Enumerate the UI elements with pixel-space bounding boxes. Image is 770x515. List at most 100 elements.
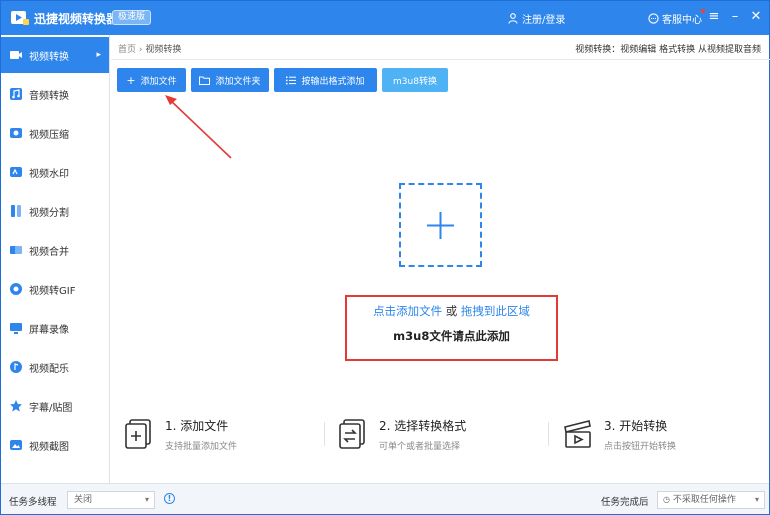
sidebar-item-split[interactable]: 视频分割: [1, 193, 109, 229]
drop-hint: 点击添加文件 或 拖拽到此区域: [347, 303, 556, 319]
sidebar-item-merge[interactable]: 视频合并: [1, 232, 109, 268]
support-center-button[interactable]: 客服中心: [648, 9, 705, 26]
screenshot-icon: [10, 440, 22, 450]
step-divider: [324, 422, 325, 446]
multithread-select[interactable]: 关闭 ▾: [67, 491, 155, 509]
sidebar-item-label: 视频压缩: [29, 129, 69, 141]
add-by-format-button[interactable]: 按输出格式添加: [274, 68, 377, 92]
sidebar-item-label: 视频截图: [29, 441, 69, 453]
plus-icon: +: [126, 73, 136, 87]
close-icon: ✕: [750, 9, 762, 24]
minimize-icon: –: [731, 9, 739, 24]
screen-record-icon: [10, 323, 22, 334]
sidebar-item-music[interactable]: 视频配乐: [1, 349, 109, 385]
user-icon: [508, 13, 518, 24]
m3u8-convert-button[interactable]: m3u8转换: [382, 68, 448, 92]
add-folder-label: 添加文件夹: [215, 76, 261, 87]
sidebar-item-compress[interactable]: 视频压缩: [1, 115, 109, 151]
sidebar-item-audio-convert[interactable]: 音频转换: [1, 76, 109, 112]
multithread-label: 任务多线程: [9, 497, 57, 508]
sidebar: 视频转换 ▸ 音频转换 视频压缩 视频水印 视频分割 视频合并 视频转GIF 屏…: [1, 35, 110, 483]
divider: [111, 59, 770, 60]
add-file-button[interactable]: + 添加文件: [117, 68, 186, 92]
step-desc: 支持批量添加文件: [165, 442, 238, 452]
after-done-select[interactable]: ◷ 不采取任何操作 ▾: [657, 491, 765, 509]
step-desc: 点击按钮开始转换: [604, 442, 677, 452]
support-label: 客服中心: [662, 15, 702, 26]
sidebar-item-label: 屏幕录像: [29, 324, 69, 336]
login-button[interactable]: 注册/登录: [508, 11, 565, 26]
menu-icon: ≡: [708, 9, 720, 24]
sidebar-item-watermark[interactable]: 视频水印: [1, 154, 109, 190]
breadcrumb-separator: ›: [138, 45, 143, 55]
edition-badge: 极速版: [112, 10, 152, 25]
step-desc: 可单个或者批量选择: [379, 442, 461, 452]
convert-format-step-icon: [339, 419, 365, 449]
app-title: 迅捷视频转换器: [34, 12, 119, 26]
clock-icon: ◷: [663, 495, 670, 504]
step-add-file: 1. 添加文件 支持批量添加文件: [123, 414, 313, 458]
split-icon: [11, 205, 21, 217]
clapperboard-icon: [564, 420, 591, 448]
breadcrumb-current: 视频转换: [145, 45, 182, 55]
gif-icon: [10, 283, 22, 295]
step-title: 2. 选择转换格式: [379, 419, 467, 433]
add-file-step-icon: [125, 419, 151, 449]
m3u8-add-link[interactable]: m3u8文件请点此添加: [347, 328, 556, 344]
click-add-file-link[interactable]: 点击添加文件: [373, 304, 442, 318]
add-folder-button[interactable]: 添加文件夹: [191, 68, 269, 92]
annotation-arrow: [165, 95, 232, 159]
folder-icon: [199, 76, 211, 85]
drop-hint-box: 点击添加文件 或 拖拽到此区域 m3u8文件请点此添加: [345, 295, 558, 361]
breadcrumb: 首页 › 视频转换: [118, 42, 181, 55]
step-divider: [548, 422, 549, 446]
watermark-icon: [10, 167, 22, 177]
feature-links[interactable]: 视频转换：视频编辑 格式转换 从视频提取音频: [575, 42, 761, 55]
notification-dot: [701, 9, 705, 13]
sidebar-item-label: 视频水印: [29, 168, 69, 180]
merge-icon: [10, 246, 22, 254]
title-bar: 迅捷视频转换器 极速版 注册/登录 客服中心 ≡ – ✕: [1, 1, 769, 35]
chat-icon: [648, 13, 659, 24]
chevron-right-icon: ▸: [96, 50, 101, 60]
app-window: 迅捷视频转换器 极速版 注册/登录 客服中心 ≡ – ✕ 视频转换 ▸ 音频转换…: [0, 0, 770, 515]
add-by-format-label: 按输出格式添加: [301, 76, 365, 87]
m3u8-convert-label: m3u8转换: [393, 76, 437, 87]
video-convert-icon: [10, 51, 22, 59]
sidebar-item-screen-record[interactable]: 屏幕录像: [1, 310, 109, 346]
music-icon: [10, 361, 22, 373]
add-file-label: 添加文件: [140, 76, 177, 87]
multithread-value: 关闭: [74, 495, 93, 505]
list-icon: [286, 76, 297, 84]
sidebar-item-label: 音频转换: [29, 90, 69, 102]
after-done-label: 任务完成后: [601, 497, 649, 508]
breadcrumb-home[interactable]: 首页: [118, 45, 136, 55]
sidebar-item-video-convert[interactable]: 视频转换 ▸: [1, 37, 109, 73]
info-icon[interactable]: !: [164, 493, 175, 504]
sidebar-item-label: 视频转GIF: [29, 285, 76, 297]
after-done-value: 不采取任何操作: [672, 495, 736, 505]
sidebar-item-gif[interactable]: 视频转GIF: [1, 271, 109, 307]
sidebar-item-screenshot[interactable]: 视频截图: [1, 427, 109, 463]
status-bar: 任务多线程 关闭 ▾ ! 任务完成后 ◷ 不采取任何操作 ▾: [1, 483, 769, 514]
sidebar-item-label: 字幕/贴图: [29, 402, 73, 414]
close-button[interactable]: ✕: [749, 9, 763, 25]
audio-convert-icon: [10, 88, 22, 100]
sidebar-item-subtitle[interactable]: 字幕/贴图: [1, 388, 109, 424]
sidebar-item-label: 视频分割: [29, 207, 69, 219]
drop-zone[interactable]: [399, 183, 482, 267]
step-choose-format: 2. 选择转换格式 可单个或者批量选择: [337, 414, 527, 458]
sidebar-item-label: 视频配乐: [29, 363, 69, 375]
step-title: 1. 添加文件: [165, 419, 229, 433]
menu-button[interactable]: ≡: [707, 9, 721, 25]
app-logo-icon: [11, 11, 29, 25]
chevron-down-icon: ▾: [144, 495, 149, 504]
step-start-convert: 3. 开始转换 点击按钮开始转换: [562, 414, 752, 458]
minimize-button[interactable]: –: [728, 9, 742, 25]
sidebar-item-label: 视频转换: [29, 51, 69, 63]
sidebar-item-label: 视频合并: [29, 246, 69, 258]
drag-here-link[interactable]: 拖拽到此区域: [461, 304, 530, 318]
chevron-down-icon: ▾: [754, 495, 759, 504]
plus-icon: [427, 212, 454, 239]
login-label: 注册/登录: [522, 15, 566, 26]
